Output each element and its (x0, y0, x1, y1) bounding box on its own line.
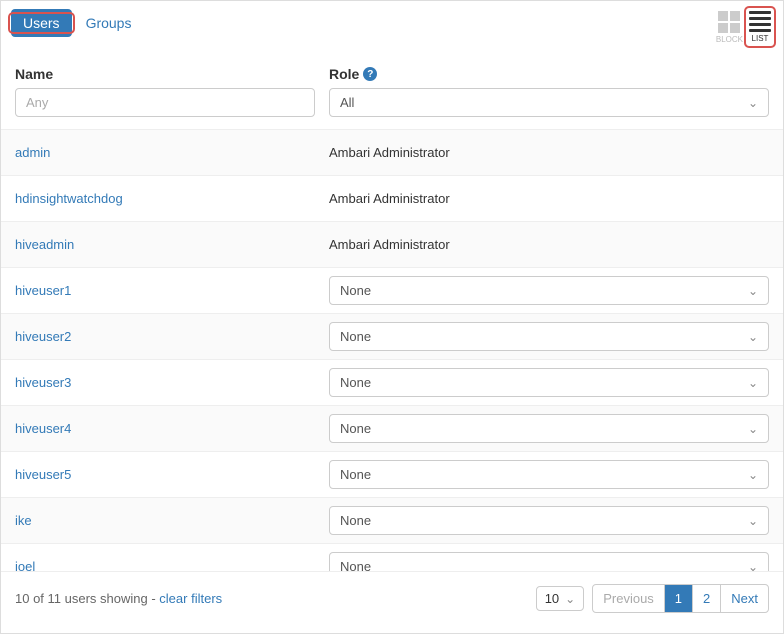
role-select[interactable]: None⌄ (329, 506, 769, 535)
view-block-button[interactable]: BLOCK (714, 9, 745, 46)
table-row: hiveuser3 None⌄ (1, 359, 783, 405)
role-text: Ambari Administrator (329, 187, 769, 210)
user-link[interactable]: hiveuser2 (15, 329, 71, 344)
footer-status: 10 of 11 users showing - clear filters (15, 591, 222, 606)
grid-icon (718, 11, 740, 33)
pagination: Previous12Next (592, 584, 769, 613)
role-select[interactable]: None⌄ (329, 414, 769, 443)
chevron-down-icon: ⌄ (748, 96, 758, 110)
chevron-down-icon: ⌄ (748, 422, 758, 436)
page-2[interactable]: 2 (692, 585, 720, 612)
chevron-down-icon: ⌄ (748, 330, 758, 344)
table-row: hiveuser1 None⌄ (1, 267, 783, 313)
clear-filters-link[interactable]: clear filters (159, 591, 222, 606)
chevron-down-icon: ⌄ (565, 592, 575, 606)
view-switch: BLOCK LIST (714, 9, 773, 46)
view-list-button[interactable]: LIST (747, 9, 773, 45)
table-row: admin Ambari Administrator (1, 129, 783, 175)
user-link[interactable]: hdinsightwatchdog (15, 191, 123, 206)
table-row: hiveuser4 None⌄ (1, 405, 783, 451)
view-block-label: BLOCK (716, 35, 743, 44)
chevron-down-icon: ⌄ (748, 376, 758, 390)
table-row: hiveuser5 None⌄ (1, 451, 783, 497)
user-link[interactable]: hiveuser1 (15, 283, 71, 298)
table-row: hdinsightwatchdog Ambari Administrator (1, 175, 783, 221)
tab-bar: Users Groups (11, 9, 143, 37)
tab-groups[interactable]: Groups (74, 9, 144, 37)
filter-role-select[interactable]: All ⌄ (329, 88, 769, 117)
list-icon (749, 11, 771, 32)
user-link[interactable]: hiveuser5 (15, 467, 71, 482)
filter-name-input[interactable] (15, 88, 315, 117)
column-header-name: Name (15, 66, 315, 82)
user-link[interactable]: ike (15, 513, 32, 528)
user-table: adminAmbari Administratorhdinsightwatchd… (1, 129, 783, 589)
prev-button[interactable]: Previous (593, 585, 664, 612)
next-button[interactable]: Next (720, 585, 768, 612)
role-select[interactable]: None⌄ (329, 322, 769, 351)
chevron-down-icon: ⌄ (748, 514, 758, 528)
table-row: ike None⌄ (1, 497, 783, 543)
user-link[interactable]: hiveadmin (15, 237, 74, 252)
help-icon[interactable]: ? (363, 67, 377, 81)
role-select[interactable]: None⌄ (329, 460, 769, 489)
role-select[interactable]: None⌄ (329, 276, 769, 305)
role-select[interactable]: None⌄ (329, 368, 769, 397)
view-list-label: LIST (752, 34, 769, 43)
page-size-select[interactable]: 10 ⌄ (536, 586, 585, 611)
footer: 10 of 11 users showing - clear filters 1… (1, 571, 783, 625)
chevron-down-icon: ⌄ (748, 284, 758, 298)
user-link[interactable]: hiveuser3 (15, 375, 71, 390)
chevron-down-icon: ⌄ (748, 468, 758, 482)
role-text: Ambari Administrator (329, 233, 769, 256)
role-text: Ambari Administrator (329, 141, 769, 164)
page-1[interactable]: 1 (664, 585, 692, 612)
user-link[interactable]: admin (15, 145, 50, 160)
user-link[interactable]: hiveuser4 (15, 421, 71, 436)
column-header-role: Role ? (329, 66, 769, 82)
table-row: hiveuser2 None⌄ (1, 313, 783, 359)
table-row: hiveadmin Ambari Administrator (1, 221, 783, 267)
tab-users[interactable]: Users (11, 9, 72, 37)
